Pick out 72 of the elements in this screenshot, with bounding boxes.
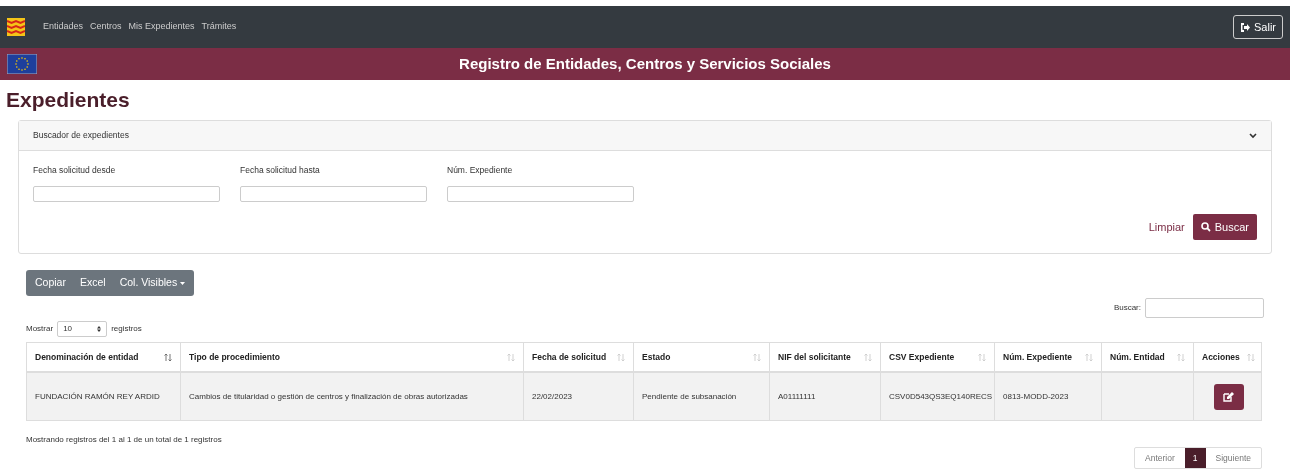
header-label: CSV Expediente xyxy=(889,350,955,364)
header-label: Fecha de solicitud xyxy=(532,350,607,364)
column-header[interactable]: NIF del solicitante xyxy=(770,343,881,371)
sort-icon xyxy=(1085,352,1093,362)
dropdown-button[interactable]: Col. Visibles xyxy=(112,270,193,296)
table-cell: CSV0D543QS3EQ140RECS xyxy=(889,392,993,401)
page-title: Expedientes xyxy=(5,87,131,114)
header-label: Tipo de procedimiento xyxy=(189,350,280,364)
eu-flag-icon xyxy=(7,54,37,74)
header-label: Denominación de entidad xyxy=(35,350,139,364)
toolbar-button[interactable]: Excel xyxy=(72,270,113,296)
clear-link[interactable]: Limpiar xyxy=(1148,218,1185,235)
table-cell: 22/02/2023 xyxy=(532,392,573,401)
page-link[interactable]: 1 xyxy=(1184,448,1206,468)
table-cell: A01111111 xyxy=(778,392,816,401)
column-header[interactable]: CSV Expediente xyxy=(881,343,995,371)
column-header[interactable]: Denominación de entidad xyxy=(27,343,181,371)
search-icon xyxy=(1200,221,1211,232)
sort-icon xyxy=(617,352,625,362)
search-button[interactable]: Buscar xyxy=(1192,213,1257,240)
logout-icon xyxy=(1240,22,1250,32)
input-field[interactable] xyxy=(240,185,427,202)
panel-title: Buscador de expedientes xyxy=(33,129,129,142)
field-label: Fecha solicitud desde xyxy=(33,164,117,177)
header-label: NIF del solicitante xyxy=(778,350,851,364)
length-label: registros xyxy=(111,323,142,335)
sort-icon xyxy=(1247,352,1255,362)
length-label: Mostrar xyxy=(26,323,54,335)
header-label: Acciones xyxy=(1202,350,1240,364)
column-header[interactable]: Acciones xyxy=(1194,343,1263,371)
table-cell: 0813-MODD-2023 xyxy=(1003,392,1069,401)
caret-icon xyxy=(180,281,186,285)
toolbar-button[interactable]: Copiar xyxy=(28,270,73,296)
column-header[interactable]: Estado xyxy=(634,343,770,371)
chevron-down-icon[interactable] xyxy=(1249,132,1257,139)
column-header[interactable]: Núm. Entidad xyxy=(1102,343,1194,371)
nav-link[interactable]: Trámites xyxy=(201,20,237,34)
header-label: Estado xyxy=(642,350,671,364)
column-header[interactable]: Núm. Expediente xyxy=(995,343,1102,371)
nav-link[interactable]: Entidades xyxy=(43,20,84,34)
filter-input[interactable] xyxy=(1145,298,1264,318)
table-cell: FUNDACIÓN RAMÓN REY ARDID xyxy=(35,392,160,401)
edit-button[interactable] xyxy=(1213,383,1244,410)
next-page-link[interactable]: Siguiente xyxy=(1205,448,1261,468)
sort-icon xyxy=(864,352,872,362)
flag-icon xyxy=(7,18,25,36)
nav-link[interactable]: Centros xyxy=(90,20,122,34)
filter-label: Buscar: xyxy=(1113,302,1141,314)
table-cell: Cambios de titularidad o gestión de centros y finalización de obras autorizadas xyxy=(189,392,468,401)
table-info: Mostrando registros del 1 al 1 de un total de 1 registros xyxy=(26,434,223,446)
logout-button[interactable]: Salir xyxy=(1233,15,1283,39)
column-header[interactable]: Fecha de solicitud xyxy=(524,343,634,371)
field-label: Fecha solicitud hasta xyxy=(240,164,321,177)
table-cell: Pendiente de subsanación xyxy=(642,392,737,401)
edit-icon xyxy=(1223,391,1234,402)
header-label: Núm. Entidad xyxy=(1110,350,1165,364)
previous-page-link[interactable]: Anterior xyxy=(1135,448,1185,468)
input-field[interactable] xyxy=(447,185,634,202)
search-panel-header[interactable]: Buscador de expedientes xyxy=(19,121,1271,151)
sort-icon xyxy=(164,352,172,362)
nav-link[interactable]: Mis Expedientes xyxy=(128,20,195,34)
sort-icon xyxy=(1177,352,1185,362)
select-arrows-icon xyxy=(97,326,102,332)
sort-icon xyxy=(978,352,986,362)
sort-icon xyxy=(753,352,761,362)
header-label: Núm. Expediente xyxy=(1003,350,1072,364)
sort-icon xyxy=(507,352,515,362)
length-select[interactable]: 10 xyxy=(57,321,108,337)
field-label: Núm. Expediente xyxy=(447,164,514,177)
input-field[interactable] xyxy=(33,185,220,202)
column-header[interactable]: Tipo de procedimiento xyxy=(181,343,524,371)
banner-title: Registro de Entidades, Centros y Servicios Sociales xyxy=(459,53,831,74)
